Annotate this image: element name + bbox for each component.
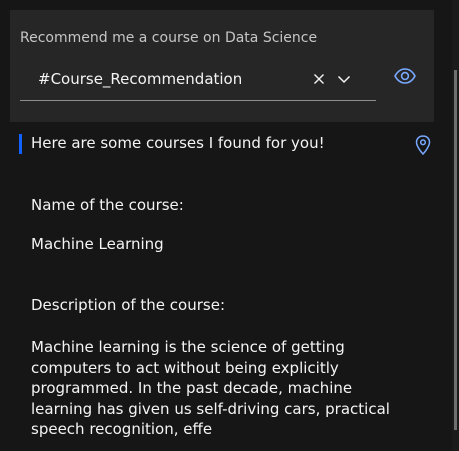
request-panel: Recommend me a course on Data Science #C…	[10, 10, 434, 122]
chat-page: Recommend me a course on Data Science #C…	[0, 0, 459, 451]
response-heading: Here are some courses I found for you!	[31, 134, 325, 152]
course-name-value: Machine Learning	[31, 235, 164, 253]
course-description-label: Description of the course:	[31, 296, 226, 314]
response-accent-bar	[19, 134, 22, 154]
close-icon[interactable]	[310, 70, 328, 88]
intent-value: #Course_Recommendation	[38, 70, 243, 88]
eye-icon[interactable]	[393, 64, 417, 88]
course-description-text: Machine learning is the science of getti…	[31, 338, 390, 438]
intent-dropdown[interactable]: #Course_Recommendation	[20, 62, 376, 101]
location-pin-icon[interactable]	[413, 134, 433, 156]
course-name-label: Name of the course:	[31, 196, 184, 214]
chevron-down-icon[interactable]	[335, 70, 353, 88]
user-request-text: Recommend me a course on Data Science	[20, 30, 318, 46]
scrollbar-thumb[interactable]	[454, 70, 457, 430]
